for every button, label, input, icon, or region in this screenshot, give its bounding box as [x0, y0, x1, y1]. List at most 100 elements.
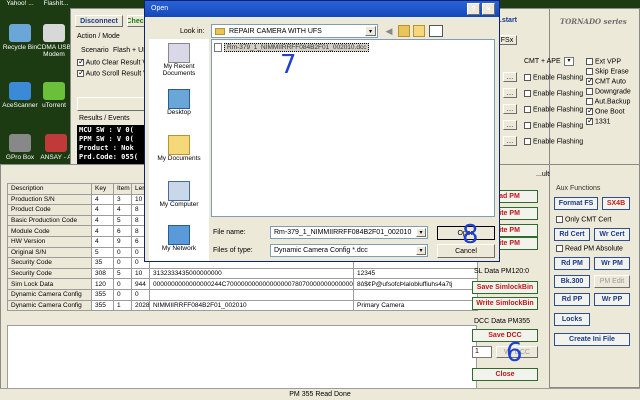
- cmt-auto-checkbox[interactable]: CMT Auto: [586, 76, 626, 85]
- enable-flashing-checkbox-2[interactable]: Enable Flashing: [524, 90, 583, 97]
- dcc-index-spinner[interactable]: 1: [472, 346, 492, 358]
- skip-erase-checkbox[interactable]: Skip Erase: [586, 68, 629, 75]
- aut-backup-checkbox[interactable]: Aut.Backup: [586, 98, 630, 105]
- table-cell[interactable]: 12345: [353, 267, 478, 280]
- enable-flashing-checkbox-5[interactable]: Enable Flashing: [524, 138, 583, 145]
- browse-button-2[interactable]: …: [503, 88, 517, 98]
- up-folder-icon[interactable]: [398, 25, 410, 37]
- rd-pp-button[interactable]: Rd PP: [554, 293, 590, 306]
- table-cell[interactable]: 4: [91, 235, 114, 248]
- dialog-close-button[interactable]: ×: [482, 3, 495, 15]
- table-cell[interactable]: Primary Camera: [353, 299, 478, 312]
- table-cell[interactable]: 355: [91, 288, 114, 301]
- read-pm-absolute-checkbox[interactable]: Read PM Absolute: [556, 245, 623, 252]
- rd-pm-button[interactable]: Rd PM: [554, 257, 590, 270]
- table-cell[interactable]: 5: [91, 246, 114, 259]
- table-cell[interactable]: 4: [91, 193, 114, 206]
- chevron-down-icon[interactable]: ▾: [365, 26, 376, 36]
- table-cell[interactable]: 355: [91, 299, 114, 312]
- write-simlockbin-button[interactable]: Write SimlockBin: [472, 297, 538, 310]
- auto-scroll-checkbox[interactable]: Auto Scroll Result V: [77, 68, 148, 77]
- table-cell[interactable]: 0: [113, 278, 132, 290]
- table-cell[interactable]: Sim Lock Data: [7, 278, 92, 290]
- place-my-network[interactable]: My Network: [149, 225, 209, 252]
- table-cell[interactable]: Dynamic Camera Config: [7, 299, 92, 312]
- table-cell[interactable]: 8ô$¢P@ufsofcÞlalobluffiuhs4a7tj: [353, 278, 478, 290]
- table-cell[interactable]: 10: [131, 267, 150, 280]
- table-cell[interactable]: 5: [113, 214, 132, 227]
- table-cell[interactable]: 944: [131, 278, 150, 290]
- table-row[interactable]: Sim Lock Data 120 0 944 0000000000000000244C…: [7, 278, 478, 290]
- table-cell[interactable]: 35: [91, 257, 114, 269]
- chevron-down-icon[interactable]: ▾: [416, 246, 426, 255]
- table-row[interactable]: Dynamic Camera Config 355 1 2028 NIMMIIRRFF0…: [7, 299, 478, 312]
- table-cell[interactable]: 0: [113, 257, 132, 269]
- column-header[interactable]: Item: [113, 183, 132, 195]
- tab-fsx[interactable]: FSx: [497, 35, 517, 45]
- file-name-input[interactable]: Rm-379_1_NIMMIIRRFF084B2F01_002010 ▾: [270, 226, 428, 239]
- rd-cert-button[interactable]: Rd Cert: [554, 228, 590, 241]
- one-boot-checkbox[interactable]: One Boot: [586, 106, 625, 115]
- place-desktop[interactable]: Desktop: [149, 89, 209, 116]
- table-cell[interactable]: 308: [91, 267, 114, 280]
- browse-button-4[interactable]: …: [503, 120, 517, 130]
- create-ini-file-button[interactable]: Create Ini File: [554, 333, 630, 346]
- back-icon[interactable]: ◀: [383, 26, 395, 37]
- column-header[interactable]: Description: [7, 183, 92, 195]
- enable-flashing-checkbox-1[interactable]: Enable Flashing: [524, 74, 583, 81]
- table-cell[interactable]: 4: [91, 214, 114, 227]
- wr-pp-button[interactable]: Wr PP: [594, 293, 630, 306]
- table-row[interactable]: Security Code 308 5 10 3132333435000000000 12…: [7, 267, 478, 280]
- file-type-select[interactable]: Dynamic Camera Config *.dcc ▾: [270, 244, 428, 257]
- place-my-computer[interactable]: My Computer: [149, 181, 209, 208]
- enable-flashing-checkbox-3[interactable]: Enable Flashing: [524, 106, 583, 113]
- chevron-down-icon[interactable]: ▾: [416, 228, 426, 237]
- wr-cert-button[interactable]: Wr Cert: [594, 228, 630, 241]
- wr-pm-button[interactable]: Wr PM: [594, 257, 630, 270]
- column-header[interactable]: Key: [91, 183, 114, 195]
- table-cell[interactable]: 0000000000000000244C70000000000000000078…: [149, 278, 354, 290]
- table-cell[interactable]: Original S/N: [7, 246, 92, 259]
- table-cell[interactable]: Basic Production Code: [7, 214, 92, 227]
- table-cell[interactable]: Security Code: [7, 257, 92, 269]
- sx4-button[interactable]: SX4B: [602, 197, 630, 210]
- ext-vpp-checkbox[interactable]: Ext VPP: [586, 58, 621, 65]
- desktop-shortcut-top-2[interactable]: FlashIt...: [38, 0, 74, 7]
- table-cell[interactable]: 4: [91, 225, 114, 237]
- table-cell[interactable]: NIMMIIRRFF084B2F01_002010: [149, 299, 354, 312]
- table-cell[interactable]: 4: [91, 204, 114, 216]
- downgrade-checkbox[interactable]: Downgrade: [586, 88, 631, 95]
- help-button[interactable]: ?: [467, 3, 480, 15]
- table-cell[interactable]: [353, 288, 478, 301]
- browse-button-3[interactable]: …: [503, 104, 517, 114]
- save-dcc-button[interactable]: Save DCC: [472, 329, 538, 342]
- table-cell[interactable]: 0: [113, 288, 132, 301]
- table-cell[interactable]: 120: [91, 278, 114, 290]
- view-menu-icon[interactable]: [429, 25, 443, 37]
- table-cell[interactable]: 0: [113, 246, 132, 259]
- table-cell[interactable]: 1: [113, 299, 132, 312]
- table-cell[interactable]: 6: [113, 225, 132, 237]
- enable-flashing-checkbox-4[interactable]: Enable Flashing: [524, 122, 583, 129]
- look-in-dropdown[interactable]: REPAIR CAMERA WITH UFS ▾: [211, 24, 378, 38]
- disconnect-button[interactable]: Disconnect: [75, 15, 123, 27]
- new-folder-icon[interactable]: [413, 25, 425, 37]
- table-cell[interactable]: 2028: [131, 299, 150, 312]
- table-cell[interactable]: Security Code: [7, 267, 92, 280]
- locks-button[interactable]: Locks: [554, 313, 590, 326]
- table-cell[interactable]: 0: [131, 288, 150, 301]
- place-my-documents[interactable]: My Documents: [149, 135, 209, 162]
- table-cell[interactable]: 3: [113, 193, 132, 206]
- table-cell[interactable]: Production S/N: [7, 193, 92, 206]
- file-list[interactable]: Rm-379_1_NIMMIIRRFF084B2F01_002010.dcc: [211, 39, 495, 217]
- table-cell[interactable]: Dynamic Camera Config: [7, 288, 92, 301]
- desktop-shortcut-top-1[interactable]: Yahoo! ...: [0, 0, 40, 7]
- 1331-checkbox[interactable]: 1331: [586, 116, 611, 125]
- table-cell[interactable]: 4: [113, 204, 132, 216]
- bk300-button[interactable]: Bk.300: [554, 275, 590, 288]
- table-cell[interactable]: 3132333435000000000: [149, 267, 354, 280]
- browse-button-1[interactable]: …: [503, 72, 517, 82]
- format-fs-button[interactable]: Format FS: [554, 197, 598, 210]
- table-cell[interactable]: 9: [113, 235, 132, 248]
- pm-edit-button[interactable]: PM Edit: [594, 275, 630, 288]
